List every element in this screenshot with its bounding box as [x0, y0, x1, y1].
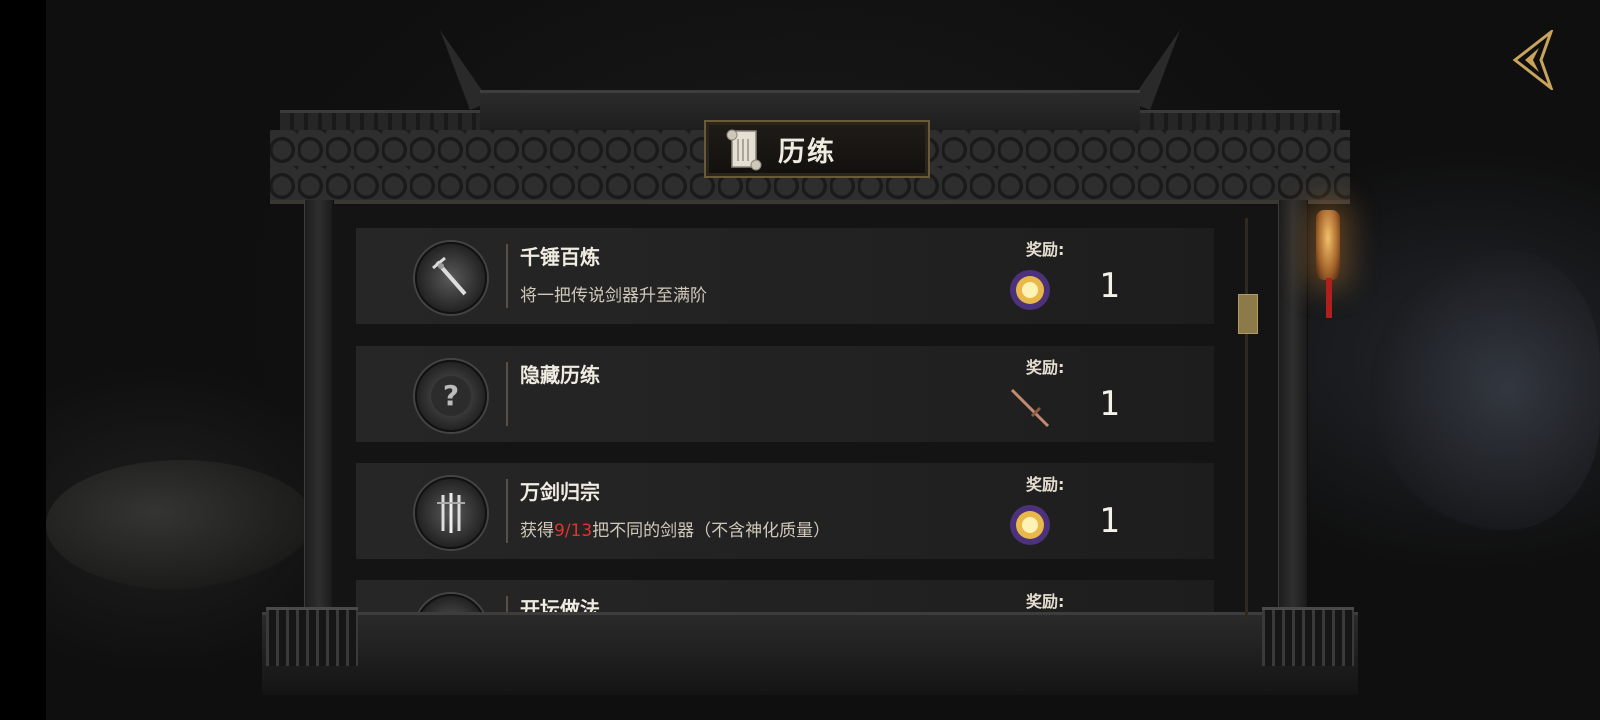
- reward-label: 奖励:: [1026, 475, 1065, 494]
- title-plaque: 历练: [704, 120, 930, 178]
- pavilion-roof: 历练: [270, 30, 1350, 205]
- lantern: [1316, 210, 1340, 280]
- achievement-desc: 获得9/13把不同的剑器（不含神化质量）: [520, 521, 831, 541]
- row-divider: [506, 362, 508, 426]
- forge-sword-icon: [432, 256, 467, 296]
- achievement-row[interactable]: ? 隐藏历练 奖励: 1: [356, 346, 1214, 442]
- pillar: [1278, 200, 1308, 670]
- railing: [262, 607, 1358, 695]
- row-divider: [506, 244, 508, 308]
- achievement-icon: [415, 477, 487, 549]
- sword-icon: [1010, 388, 1050, 428]
- railing-post: [266, 607, 358, 666]
- question-mark-icon: ?: [431, 376, 471, 416]
- pillar: [304, 200, 334, 670]
- page-title: 历练: [778, 136, 836, 168]
- glowing-orb-icon: [1010, 505, 1050, 545]
- reward-count: 1: [1099, 501, 1120, 541]
- reward-item[interactable]: [1008, 386, 1052, 430]
- multiple-swords-icon: [437, 493, 465, 533]
- back-button[interactable]: [1508, 30, 1564, 90]
- progress-count: 9/13: [554, 521, 593, 541]
- scrollbar-thumb[interactable]: [1238, 294, 1258, 334]
- achievement-name: 隐藏历练: [520, 363, 600, 387]
- achievement-name: 千锤百炼: [520, 245, 600, 269]
- glowing-orb-icon: [1010, 270, 1050, 310]
- achievement-icon: [415, 242, 487, 314]
- scroll-icon: [726, 129, 762, 171]
- reward-label: 奖励:: [1026, 358, 1065, 377]
- achievement-icon: ?: [415, 360, 487, 432]
- rock-decoration: [1370, 250, 1600, 530]
- lantern-tassel: [1326, 278, 1332, 318]
- achievement-desc: 将一把传说剑器升至满阶: [520, 286, 707, 306]
- rock-decoration: [46, 460, 316, 590]
- reward-label: 奖励:: [1026, 592, 1065, 611]
- scrollbar-track[interactable]: [1245, 218, 1248, 620]
- railing-post: [1262, 607, 1354, 666]
- reward-item[interactable]: [1008, 503, 1052, 547]
- reward-label: 奖励:: [1026, 240, 1065, 259]
- achievement-name: 万剑归宗: [520, 480, 600, 504]
- reward-count: 1: [1099, 384, 1120, 424]
- reward-item[interactable]: [1008, 268, 1052, 312]
- back-arrow-icon: [1512, 30, 1554, 90]
- left-border: [0, 0, 46, 720]
- reward-count: 1: [1099, 266, 1120, 306]
- svg-text:?: ?: [443, 379, 459, 412]
- achievement-row[interactable]: 万剑归宗 获得9/13把不同的剑器（不含神化质量） 奖励: 1: [356, 463, 1214, 559]
- row-divider: [506, 479, 508, 543]
- achievement-row[interactable]: 千锤百炼 将一把传说剑器升至满阶 奖励: 1: [356, 228, 1214, 324]
